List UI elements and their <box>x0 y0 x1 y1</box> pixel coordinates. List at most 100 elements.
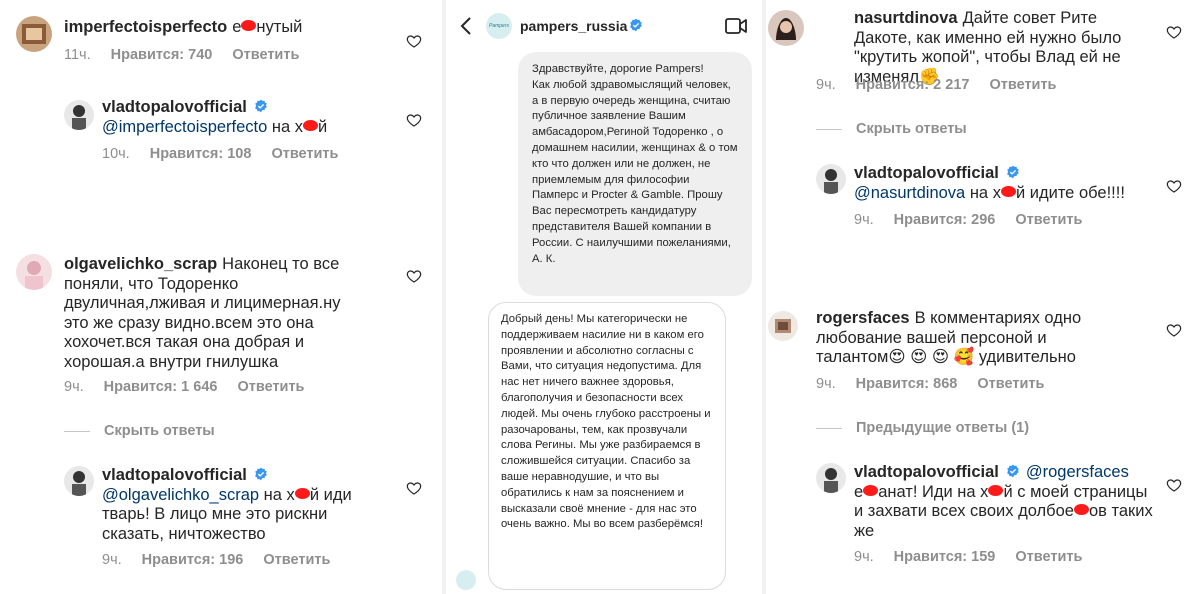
sent-message-text: Здравствуйте, дорогие Pampers! Как любой… <box>532 63 738 265</box>
dm-account-name[interactable]: pampers_russia <box>520 18 649 34</box>
avatar[interactable] <box>64 100 94 130</box>
comment-time: 9ч. <box>64 379 84 395</box>
comment-meta: 10ч. Нравится: 108 Ответить <box>102 146 358 162</box>
likes-count[interactable]: Нравится: 740 <box>111 47 213 63</box>
heart-icon[interactable] <box>1166 322 1182 338</box>
comment-time: 9ч. <box>816 77 836 93</box>
verified-badge-icon <box>1007 464 1019 478</box>
divider-line <box>816 427 842 429</box>
comment-text: nasurtdinova Дайте совет Рите Дакоте, как… <box>854 9 1122 86</box>
dm-header: Pampers pampers_russia <box>448 0 762 52</box>
comment-text: vladtopalovofficial @imperfectoisperfecto… <box>102 98 328 136</box>
mention-link[interactable]: @nasurtdinova <box>854 184 965 202</box>
heart-icon[interactable] <box>406 33 422 49</box>
comment-meta: 9ч. Нравится: 2 217 Ответить <box>816 77 1076 93</box>
avatar[interactable] <box>768 10 804 46</box>
comment-time: 9ч. <box>854 549 874 565</box>
comment-time: 9ч. <box>102 552 122 568</box>
comment-text: rogersfaces В комментариях одно любование… <box>816 309 1082 366</box>
comment-meta: 9ч. Нравится: 868 Ответить <box>816 376 1064 392</box>
likes-count[interactable]: Нравится: 296 <box>894 212 996 228</box>
reply-button[interactable]: Ответить <box>1015 549 1082 565</box>
divider-line <box>64 430 90 432</box>
reply-button[interactable]: Ответить <box>989 77 1056 93</box>
left-comments-panel: imperfectoisperfecto е нутый 11ч. Нравится:… <box>0 0 440 594</box>
censor-mark <box>241 20 257 31</box>
reply-button[interactable]: Ответить <box>1015 212 1082 228</box>
mention-link[interactable]: @imperfectoisperfecto <box>102 118 267 136</box>
heart-icon[interactable] <box>1166 178 1182 194</box>
comment-text: vladtopalovofficial @rogersfaces е анат! Ид… <box>854 463 1153 540</box>
comment-username[interactable]: olgavelichko_scrap <box>64 255 217 273</box>
right-comments-panel: nasurtdinova Дайте совет Рите Дакоте, как… <box>766 0 1200 594</box>
censor-mark <box>294 487 310 499</box>
comment-meta: 11ч. Нравится: 740 Ответить <box>64 47 319 63</box>
reply-button[interactable]: Ответить <box>237 379 304 395</box>
comment-text: vladtopalovofficial @olgavelichko_scrap н… <box>102 466 352 543</box>
comment-text: olgavelichko_scrap Наконец то все поняли,… <box>64 255 341 371</box>
received-message-bubble[interactable]: Добрый день! Мы категорически не поддерж… <box>488 302 726 590</box>
likes-count[interactable]: Нравится: 868 <box>856 376 958 392</box>
comment-meta: 9ч. Нравится: 1 646 Ответить <box>64 379 324 395</box>
reply-button[interactable]: Ответить <box>977 376 1044 392</box>
comment-username[interactable]: nasurtdinova <box>854 9 958 27</box>
avatar[interactable] <box>16 16 52 52</box>
mention-link[interactable]: @olgavelichko_scrap <box>102 486 259 504</box>
avatar[interactable] <box>16 254 52 290</box>
censor-mark <box>1000 185 1016 197</box>
verified-badge-icon <box>630 18 643 32</box>
comment-meta: 9ч. Нравится: 159 Ответить <box>854 549 1102 565</box>
censor-mark <box>988 484 1004 496</box>
likes-count[interactable]: Нравится: 1 646 <box>104 379 218 395</box>
comment-time: 9ч. <box>854 212 874 228</box>
likes-count[interactable]: Нравится: 108 <box>150 146 252 162</box>
heart-icon[interactable] <box>406 268 422 284</box>
emoji-group: 😍 😍 😍 🥰 <box>888 348 975 366</box>
previous-replies-button[interactable]: Предыдущие ответы (1) <box>816 420 1029 436</box>
comment-meta: 9ч. Нравится: 196 Ответить <box>102 552 350 568</box>
avatar[interactable] <box>768 311 798 341</box>
comment-username[interactable]: vladtopalovofficial <box>102 98 247 116</box>
censor-mark <box>1073 504 1089 515</box>
comment-username[interactable]: vladtopalovofficial <box>854 463 999 481</box>
likes-count[interactable]: Нравится: 159 <box>894 549 996 565</box>
heart-icon[interactable] <box>406 112 422 128</box>
hide-replies-button[interactable]: Скрыть ответы <box>816 121 967 137</box>
brand-avatar[interactable]: Pampers <box>486 13 512 39</box>
video-call-icon[interactable] <box>725 17 747 35</box>
divider-line <box>816 128 842 130</box>
comment-username[interactable]: vladtopalovofficial <box>854 164 999 182</box>
comment-text: imperfectoisperfecto е нутый <box>64 18 303 36</box>
verified-badge-icon <box>255 99 267 113</box>
verified-badge-icon <box>1007 165 1019 179</box>
sent-message-bubble[interactable]: Здравствуйте, дорогие Pampers! Как любой… <box>518 52 752 296</box>
likes-count[interactable]: Нравится: 2 217 <box>856 77 970 93</box>
comment-username[interactable]: vladtopalovofficial <box>102 466 247 484</box>
comment-time: 10ч. <box>102 146 130 162</box>
reply-button[interactable]: Ответить <box>232 47 299 63</box>
avatar[interactable] <box>816 164 846 194</box>
panel-separator <box>442 0 446 594</box>
heart-icon[interactable] <box>1166 477 1182 493</box>
brand-avatar[interactable] <box>456 570 476 590</box>
comment-time: 9ч. <box>816 376 836 392</box>
hide-replies-button[interactable]: Скрыть ответы <box>64 423 215 439</box>
mention-link[interactable]: @rogersfaces <box>1026 463 1129 481</box>
reply-button[interactable]: Ответить <box>271 146 338 162</box>
comment-time: 11ч. <box>64 47 91 63</box>
likes-count[interactable]: Нравится: 196 <box>142 552 244 568</box>
heart-icon[interactable] <box>1166 24 1182 40</box>
chevron-left-icon[interactable] <box>460 17 472 35</box>
heart-icon[interactable] <box>406 480 422 496</box>
reply-button[interactable]: Ответить <box>263 552 330 568</box>
censor-mark <box>303 119 319 131</box>
verified-badge-icon <box>255 467 267 481</box>
received-message-text: Добрый день! Мы категорически не поддерж… <box>501 313 711 531</box>
censor-mark <box>863 484 879 496</box>
comment-meta: 9ч. Нравится: 296 Ответить <box>854 212 1102 228</box>
direct-message-panel: Pampers pampers_russia Здравствуйте, дор… <box>448 0 762 594</box>
avatar[interactable] <box>64 466 94 496</box>
comment-username[interactable]: imperfectoisperfecto <box>64 18 227 36</box>
avatar[interactable] <box>816 463 846 493</box>
comment-username[interactable]: rogersfaces <box>816 309 910 327</box>
